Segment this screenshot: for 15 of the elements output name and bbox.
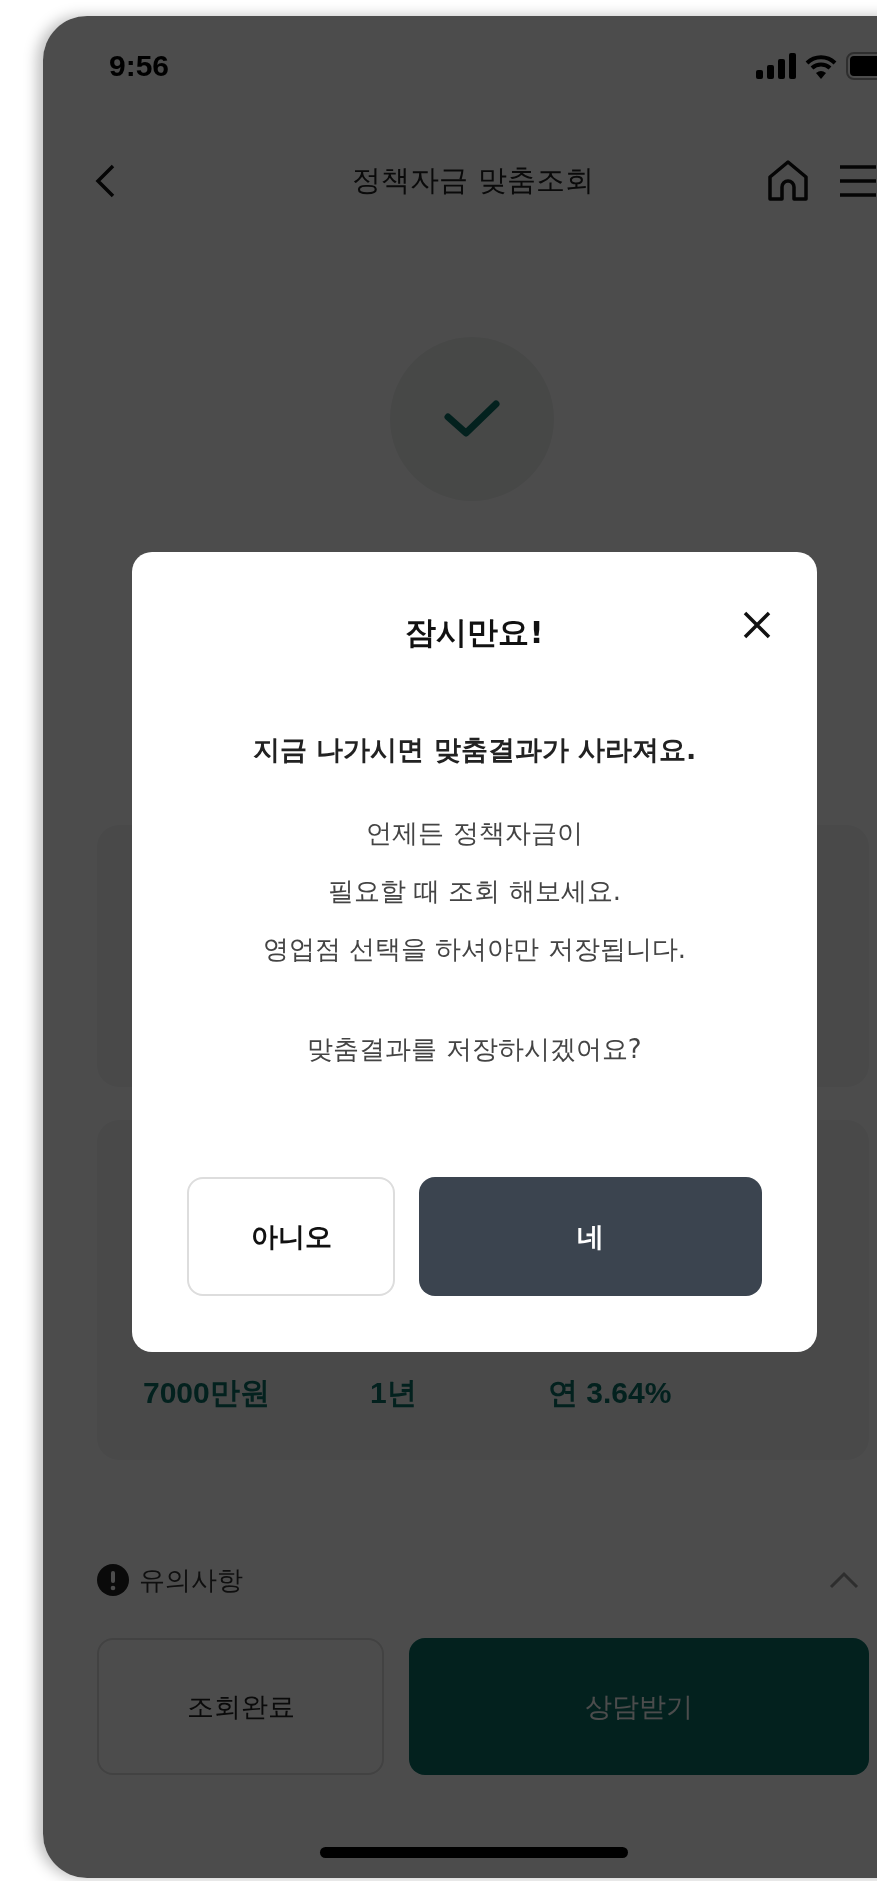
dialog-title: 잠시만요!: [405, 613, 544, 652]
result-value: 연 3.64%: [548, 1375, 673, 1411]
page-title: 정책자금 맞춤조회: [352, 162, 594, 199]
dialog-question: 맞춤결과를 저장하시겠어요?: [307, 1033, 642, 1066]
dialog-subtitle: 지금 나가시면 맞춤결과가 사라져요.: [252, 733, 697, 767]
cancel-button[interactable]: 아니오: [187, 1177, 395, 1296]
close-button[interactable]: [742, 610, 772, 640]
confirm-button[interactable]: 네: [419, 1177, 762, 1296]
notice-label: 유의사항: [139, 1563, 243, 1597]
result-value: 1년: [370, 1375, 418, 1411]
status-time: 9:56: [109, 49, 170, 83]
dialog-text: 언제든 정책자금이: [366, 817, 583, 850]
dialog-text: 영업점 선택을 하셔야만 저장됩니다.: [262, 933, 687, 966]
dialog-text: 필요할 때 조회 해보세요.: [327, 875, 622, 908]
result-value: 7000만원: [143, 1375, 271, 1411]
